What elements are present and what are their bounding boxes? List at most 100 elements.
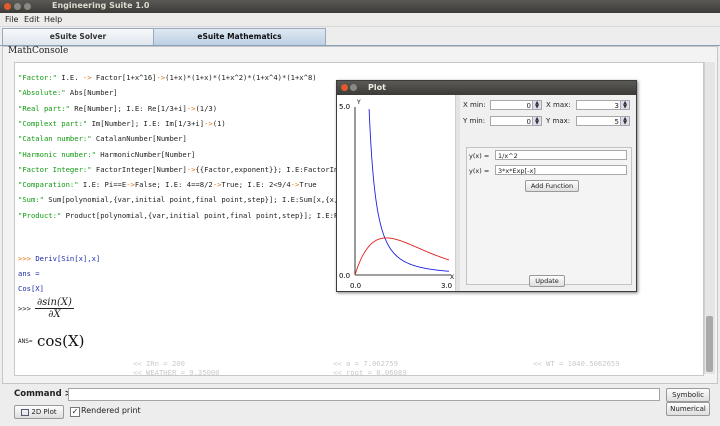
help-line-segment: Im[Number]; I.E: Im[1/3+i] bbox=[87, 118, 205, 128]
menu-file[interactable]: File bbox=[5, 15, 18, 24]
faded-text-1: << IRn = 200 bbox=[133, 359, 185, 368]
answer-value: Cos[X] bbox=[18, 284, 44, 293]
y-axis-name: Y bbox=[356, 99, 361, 106]
plot-title: Plot bbox=[368, 83, 386, 92]
help-line-segment: Abs[Number] bbox=[65, 88, 118, 98]
plot-2d-label: 2D Plot bbox=[31, 408, 57, 416]
xmin-label: X min: bbox=[463, 101, 486, 109]
answer-label: ans = bbox=[18, 269, 40, 278]
help-line-segment: (1/3) bbox=[195, 103, 218, 113]
chart-icon bbox=[21, 408, 30, 416]
rendered-print-label: Rendered print bbox=[81, 406, 141, 415]
prompt-2: >>> bbox=[18, 304, 31, 313]
spinner-arrows-icon[interactable]: ▲ ▼ bbox=[532, 101, 541, 110]
functions-box: y(x) = 1/x^2 y(x) = 3*x*Exp[-x] Add Func… bbox=[466, 147, 632, 285]
prompt-1: >>> bbox=[18, 254, 31, 263]
help-line-segment: -> bbox=[290, 180, 300, 190]
title-bar: Engineering Suite 1.0 bbox=[0, 0, 720, 13]
spinner-arrows-icon[interactable]: ▲ ▼ bbox=[620, 117, 629, 126]
derivative-expression: ∂sin(X) ∂X bbox=[35, 297, 74, 320]
console-title: MathConsole bbox=[8, 46, 69, 56]
menu-help[interactable]: Help bbox=[44, 15, 62, 24]
help-line-segment: -> bbox=[156, 73, 166, 82]
faded-text-3: << WT = 1040.5062659 bbox=[533, 359, 620, 368]
function-2-input[interactable]: 3*x*Exp[-x] bbox=[495, 165, 627, 175]
faded-text-5: << root = 0.06089 bbox=[333, 368, 407, 376]
window-close-icon[interactable] bbox=[4, 3, 11, 10]
symbolic-button[interactable]: Symbolic bbox=[666, 388, 710, 402]
help-line-segment: "Factor Integer:" bbox=[18, 164, 92, 174]
xmax-label: X max: bbox=[546, 101, 571, 109]
function-1-input[interactable]: 1/x^2 bbox=[495, 150, 627, 160]
rendered-answer-value: cos(X) bbox=[37, 332, 85, 350]
xmax-spinner[interactable]: 3 ▲ ▼ bbox=[576, 100, 630, 110]
tab-bar: eSuite Solver eSuite Mathematics bbox=[0, 28, 720, 46]
ymin-value: 0 bbox=[526, 118, 531, 126]
input-expression-1: Deriv[Sin[x],x] bbox=[35, 254, 101, 263]
console-help-line: "Real part:" Re[Number]; I.E: Re[1/3+i]-… bbox=[18, 104, 217, 113]
help-line-segment: Factor[1+x^16] bbox=[91, 73, 157, 82]
menu-bar: File Edit Help bbox=[0, 13, 720, 27]
help-line-segment: True; I.E: 2<9/4 bbox=[221, 180, 291, 190]
help-line-segment: Re[Number]; I.E: Re[1/3+i] bbox=[69, 103, 187, 113]
add-function-button[interactable]: Add Function bbox=[525, 180, 579, 192]
spinner-arrows-icon[interactable]: ▲ ▼ bbox=[620, 101, 629, 110]
plot-canvas[interactable]: 5.0 0.0 0.0 3.0 X Y bbox=[337, 95, 455, 291]
numerical-button[interactable]: Numerical bbox=[666, 402, 710, 416]
rendered-print-checkbox[interactable]: ✓ bbox=[70, 407, 80, 417]
help-line-segment: "Complext part:" bbox=[18, 118, 88, 128]
help-line-segment: -> bbox=[204, 118, 213, 128]
y-tick-min: 0.0 bbox=[339, 272, 350, 280]
xmin-spinner[interactable]: 0 ▲ ▼ bbox=[490, 100, 542, 110]
update-button[interactable]: Update bbox=[529, 275, 565, 287]
x-tick-min: 0.0 bbox=[350, 282, 361, 290]
tab-esuite-solver[interactable]: eSuite Solver bbox=[2, 28, 154, 45]
input-line-2: >>> bbox=[18, 304, 31, 313]
help-line-segment: (1) bbox=[212, 118, 226, 128]
help-line-segment: "Harmonic number:" bbox=[18, 149, 96, 159]
ymax-label: Y max: bbox=[546, 117, 571, 125]
help-line-segment: "Factor:" bbox=[18, 73, 57, 82]
window-maximize-icon[interactable] bbox=[24, 3, 31, 10]
plot-svg: 5.0 0.0 0.0 3.0 X Y bbox=[339, 99, 454, 290]
help-line-segment: "Absolute:" bbox=[18, 88, 66, 98]
plot-minimize-icon[interactable] bbox=[350, 84, 357, 91]
input-line-1: >>> Deriv[Sin[x],x] bbox=[18, 254, 100, 263]
plot-2d-button[interactable]: 2D Plot bbox=[14, 405, 64, 419]
command-input[interactable] bbox=[68, 388, 660, 401]
plot-close-icon[interactable] bbox=[341, 84, 348, 91]
scrollbar-thumb[interactable] bbox=[706, 316, 713, 372]
faded-text-4: << WEATHER = 9.35000 bbox=[133, 368, 220, 376]
ymin-spinner[interactable]: 0 ▲ ▼ bbox=[490, 116, 542, 126]
function-1-label: y(x) = bbox=[469, 152, 490, 160]
plot-title-bar: Plot bbox=[337, 81, 636, 95]
console-help-line: "Comparation:" I.E: Pi==E->False; I.E: 4… bbox=[18, 180, 317, 189]
console-help-line: "Product:" Product[polynomial,{var,initi… bbox=[18, 211, 364, 220]
x-tick-max: 3.0 bbox=[441, 282, 452, 290]
help-line-segment: "Comparation:" bbox=[18, 180, 79, 190]
help-line-segment: (1+x)*(1+x)*(1+x^2)*(1+x^4)*(1+x^8) bbox=[165, 73, 317, 82]
x-axis-name: X bbox=[450, 274, 454, 281]
help-line-segment: HarmonicNumber[Number] bbox=[95, 149, 196, 159]
ymin-label: Y min: bbox=[463, 117, 486, 125]
tab-esuite-mathematics[interactable]: eSuite Mathematics bbox=[153, 28, 326, 45]
ymax-value: 5 bbox=[614, 118, 619, 126]
help-line-segment: True bbox=[299, 180, 317, 190]
help-line-segment: I.E. bbox=[56, 73, 83, 82]
console-help-line: "Factor:" I.E. -> Factor[1+x^16]->(1+x)*… bbox=[18, 73, 317, 82]
help-line-segment: I.E: Pi==E bbox=[78, 180, 127, 190]
function-2-label: y(x) = bbox=[469, 167, 490, 175]
console-help-line: "Catalan number:" CatalanNumber[Number] bbox=[18, 134, 187, 143]
menu-edit[interactable]: Edit bbox=[24, 15, 40, 24]
console-scrollbar[interactable] bbox=[704, 62, 715, 374]
window-title: Engineering Suite 1.0 bbox=[52, 1, 150, 10]
xmax-value: 3 bbox=[614, 102, 619, 110]
series-1-line bbox=[368, 109, 450, 272]
spinner-arrows-icon[interactable]: ▲ ▼ bbox=[532, 117, 541, 126]
console-help-line: "Sum:" Sum[polynomial,{var,initial point… bbox=[18, 195, 364, 204]
console-help-line: "Absolute:" Abs[Number] bbox=[18, 88, 118, 97]
derivative-numerator: ∂sin(X) bbox=[35, 297, 74, 309]
help-line-segment: -> bbox=[82, 73, 92, 82]
window-minimize-icon[interactable] bbox=[14, 3, 21, 10]
ymax-spinner[interactable]: 5 ▲ ▼ bbox=[576, 116, 630, 126]
